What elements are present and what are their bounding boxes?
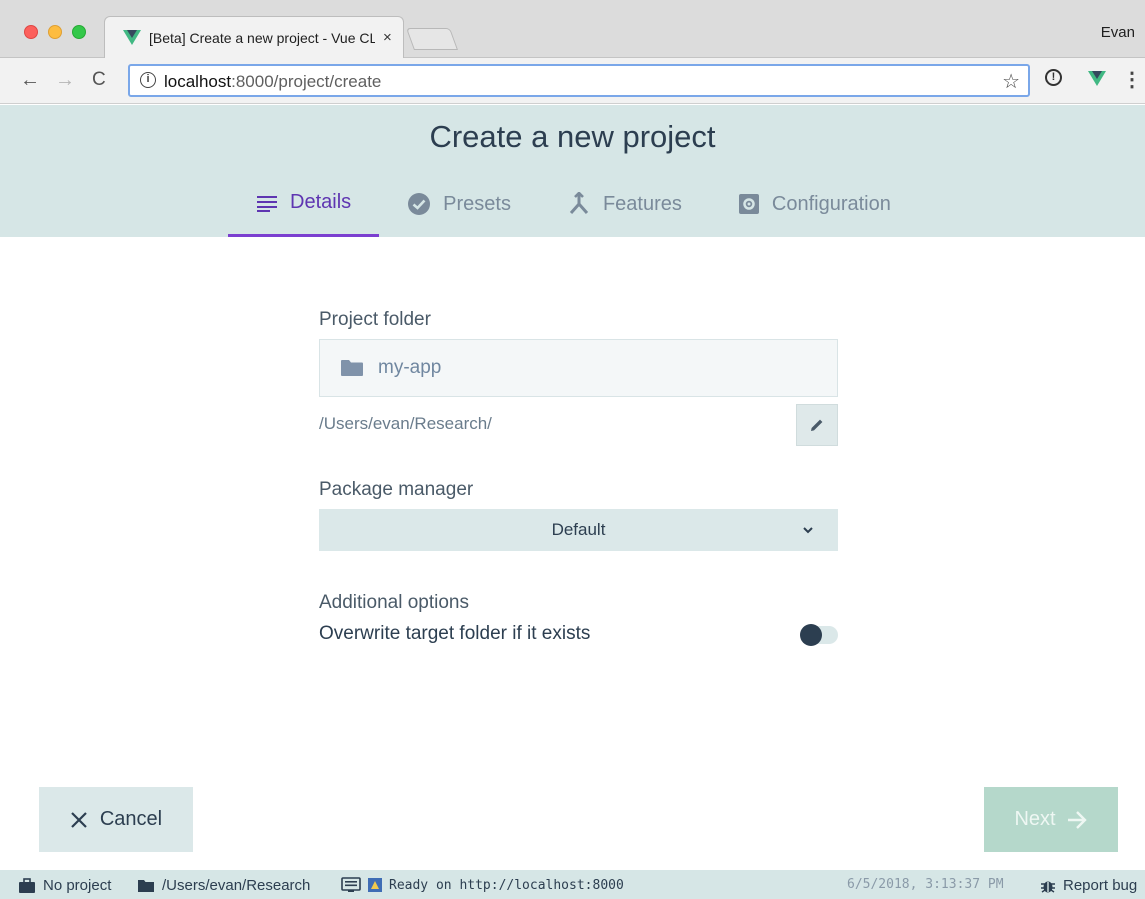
status-timestamp-wrap: 6/5/2018, 3:13:37 PM xyxy=(847,877,1004,892)
close-icon xyxy=(71,811,87,828)
project-path: /Users/evan/Research/ xyxy=(319,414,492,433)
page-title: Create a new project xyxy=(429,119,716,154)
close-window-button[interactable] xyxy=(24,25,38,39)
reload-icon[interactable]: C xyxy=(92,68,106,92)
next-label: Next xyxy=(1014,808,1056,830)
pencil-icon xyxy=(811,419,823,431)
status-message: Ready on http://localhost:8000 xyxy=(389,877,624,893)
info-icon[interactable]: i xyxy=(140,72,156,88)
bookmark-star-icon[interactable]: ☆ xyxy=(1002,69,1020,94)
chevron-down-icon xyxy=(803,527,813,534)
package-manager-value: Default xyxy=(551,520,606,539)
status-emoji-icon xyxy=(368,878,382,892)
maximize-window-button[interactable] xyxy=(72,25,86,39)
address-bar-url[interactable]: localhost:8000/project/create xyxy=(164,72,381,92)
additional-options-label: Additional options xyxy=(319,592,469,613)
vue-favicon-icon xyxy=(123,30,141,45)
forward-arrow-icon[interactable]: → xyxy=(55,68,75,92)
edit-path-button[interactable] xyxy=(796,404,838,446)
tab-configuration-label: Configuration xyxy=(771,192,891,215)
briefcase-icon xyxy=(19,877,35,893)
project-folder-input[interactable]: my-app xyxy=(319,339,838,397)
folder-icon xyxy=(138,879,154,892)
status-bar: No project /Users/evan/Research Ready on… xyxy=(0,870,1145,899)
settings-box-icon xyxy=(738,194,759,214)
package-manager-select[interactable]: Default xyxy=(319,509,838,551)
cancel-button[interactable]: Cancel xyxy=(39,787,193,852)
browser-tab[interactable]: [Beta] Create a new project - Vue CLI × xyxy=(104,16,404,58)
status-project-label: No project xyxy=(43,877,112,894)
minimize-window-button[interactable] xyxy=(48,25,62,39)
tab-close-icon[interactable]: × xyxy=(383,29,392,46)
vue-devtools-icon[interactable] xyxy=(1088,71,1106,87)
tab-configuration[interactable]: Configuration xyxy=(710,178,919,230)
arrow-right-icon xyxy=(1067,810,1087,829)
profile-name[interactable]: Evan xyxy=(1101,24,1135,41)
package-manager-label: Package manager xyxy=(319,479,474,500)
tab-title: [Beta] Create a new project - Vue CLI xyxy=(149,29,375,46)
check-circle-icon xyxy=(408,193,431,215)
cancel-label: Cancel xyxy=(99,808,163,830)
overwrite-toggle[interactable] xyxy=(800,624,838,646)
status-project[interactable]: No project xyxy=(18,877,111,894)
app-header: Create a new project Details Presets Fea xyxy=(0,105,1145,237)
project-folder-value: my-app xyxy=(378,357,442,378)
status-folder-label: /Users/evan/Research xyxy=(162,877,311,894)
project-folder-label: Project folder xyxy=(319,309,431,330)
tab-features-label: Features xyxy=(602,192,682,215)
address-bar[interactable]: i localhost:8000/project/create ☆ xyxy=(128,64,1030,97)
browser-titlebar: [Beta] Create a new project - Vue CLI × … xyxy=(0,0,1145,58)
back-arrow-icon[interactable]: ← xyxy=(20,68,40,92)
tab-details-label: Details xyxy=(290,191,352,213)
tab-features[interactable]: Features xyxy=(539,178,710,230)
status-console[interactable]: Ready on http://localhost:8000 xyxy=(341,877,624,893)
tab-presets[interactable]: Presets xyxy=(379,178,539,230)
list-icon xyxy=(257,195,277,212)
browser-toolbar: ← → C i localhost:8000/project/create ☆ xyxy=(0,58,1145,104)
report-bug-label: Report bug xyxy=(1063,877,1138,894)
bug-icon xyxy=(1041,881,1055,893)
folder-icon xyxy=(341,360,363,376)
status-timestamp: 6/5/2018, 3:13:37 PM xyxy=(847,877,1004,892)
extension-icon[interactable]: ! xyxy=(1045,69,1062,86)
console-icon xyxy=(341,877,361,892)
status-folder[interactable]: /Users/evan/Research xyxy=(137,877,310,894)
overwrite-label: Overwrite target folder if it exists xyxy=(319,623,591,644)
new-tab-button[interactable] xyxy=(405,28,459,50)
tab-details[interactable]: Details xyxy=(228,178,380,237)
merge-icon xyxy=(569,192,589,214)
tab-presets-label: Presets xyxy=(443,192,511,215)
next-button[interactable]: Next xyxy=(984,787,1118,852)
browser-menu-icon[interactable]: ⋮ xyxy=(1122,67,1142,92)
report-bug-button[interactable]: Report bug xyxy=(1040,877,1137,894)
steps-tabs: Details Presets Features Configuration xyxy=(228,178,919,237)
